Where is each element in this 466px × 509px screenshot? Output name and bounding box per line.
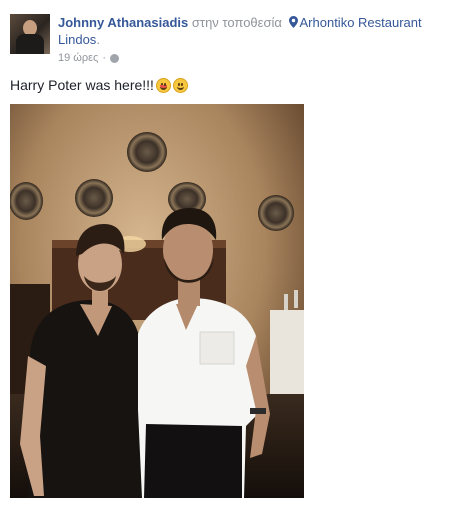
- post-meta: 19 ώρες ·: [58, 52, 120, 64]
- post-message: Harry Poter was here!!!: [10, 77, 188, 93]
- decorative-plate: [127, 132, 167, 172]
- post-header: Johnny Athanasiadis στην τοποθεσία Arhon…: [58, 14, 462, 48]
- decorative-plate: [10, 182, 43, 220]
- avatar-body: [16, 34, 44, 54]
- smiling-face-emoji-icon: [172, 77, 188, 93]
- location-suffix: .: [96, 32, 100, 47]
- wine-glass: [294, 290, 298, 308]
- decorative-plate: [75, 179, 113, 217]
- wine-glass: [284, 294, 288, 310]
- location-connector: στην τοποθεσία: [191, 15, 282, 30]
- meta-separator: ·: [102, 52, 107, 64]
- map-pin-icon: [288, 16, 298, 28]
- globe-icon[interactable]: [110, 53, 120, 63]
- photo-scene: [10, 104, 304, 498]
- post-timestamp[interactable]: 19 ώρες: [58, 52, 98, 64]
- decorative-plate: [258, 195, 294, 231]
- post-text: Harry Poter was here!!!: [10, 77, 154, 93]
- facebook-post: Johnny Athanasiadis στην τοποθεσία Arhon…: [0, 0, 466, 509]
- post-photo[interactable]: [10, 104, 304, 498]
- tongue-out-emoji-icon: [155, 77, 171, 93]
- author-avatar[interactable]: [10, 14, 50, 54]
- author-name[interactable]: Johnny Athanasiadis: [58, 15, 188, 30]
- table-cloth: [270, 310, 304, 400]
